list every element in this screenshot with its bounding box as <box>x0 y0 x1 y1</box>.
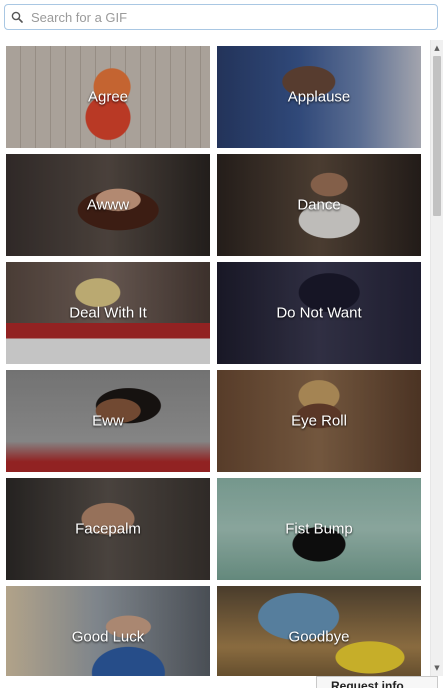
gif-label: Eye Roll <box>291 412 347 430</box>
gif-tile-agree[interactable]: Agree <box>6 46 210 148</box>
gif-tile-dance[interactable]: Dance <box>217 154 421 256</box>
scrollbar-thumb[interactable] <box>433 56 441 216</box>
gif-label: Goodbye <box>288 628 350 646</box>
gif-label: Good Luck <box>71 628 145 646</box>
gif-tile-do-not-want[interactable]: Do Not Want <box>217 262 421 364</box>
search-icon <box>11 11 23 23</box>
gif-label: Dance <box>297 196 341 214</box>
gif-tile-deal-with-it[interactable]: Deal With It <box>6 262 210 364</box>
scroll-up-arrow-icon[interactable]: ▲ <box>431 42 443 54</box>
gif-tile-eye-roll[interactable]: Eye Roll <box>217 370 421 472</box>
gif-label: Deal With It <box>69 304 147 322</box>
gif-picker-panel: Agree Applause Awww Dance Deal With <box>0 0 443 688</box>
request-info-button[interactable]: Request info <box>316 676 438 688</box>
gif-label: Do Not Want <box>276 304 362 322</box>
gif-tile-goodbye[interactable]: Goodbye <box>217 586 421 676</box>
search-box[interactable] <box>4 4 438 30</box>
gif-label: Fist Bump <box>285 520 353 538</box>
gif-label: Agree <box>87 88 129 106</box>
gif-label: Awww <box>86 196 130 214</box>
gif-tile-awww[interactable]: Awww <box>6 154 210 256</box>
vertical-scrollbar[interactable]: ▲ ▼ <box>430 40 443 676</box>
gif-label: Eww <box>92 412 124 430</box>
gif-tile-facepalm[interactable]: Facepalm <box>6 478 210 580</box>
gif-tile-good-luck[interactable]: Good Luck <box>6 586 210 676</box>
gif-label: Applause <box>287 88 351 106</box>
gif-tile-fist-bump[interactable]: Fist Bump <box>217 478 421 580</box>
scroll-down-arrow-icon[interactable]: ▼ <box>431 662 443 674</box>
search-input[interactable] <box>27 5 427 29</box>
gif-grid: Agree Applause Awww Dance Deal With It D… <box>6 46 422 676</box>
gif-tile-applause[interactable]: Applause <box>217 46 421 148</box>
gif-grid-viewport[interactable]: Agree Applause Awww Dance Deal With It D… <box>0 40 430 676</box>
gif-label: Facepalm <box>75 520 141 538</box>
gif-tile-eww[interactable]: Eww <box>6 370 210 472</box>
